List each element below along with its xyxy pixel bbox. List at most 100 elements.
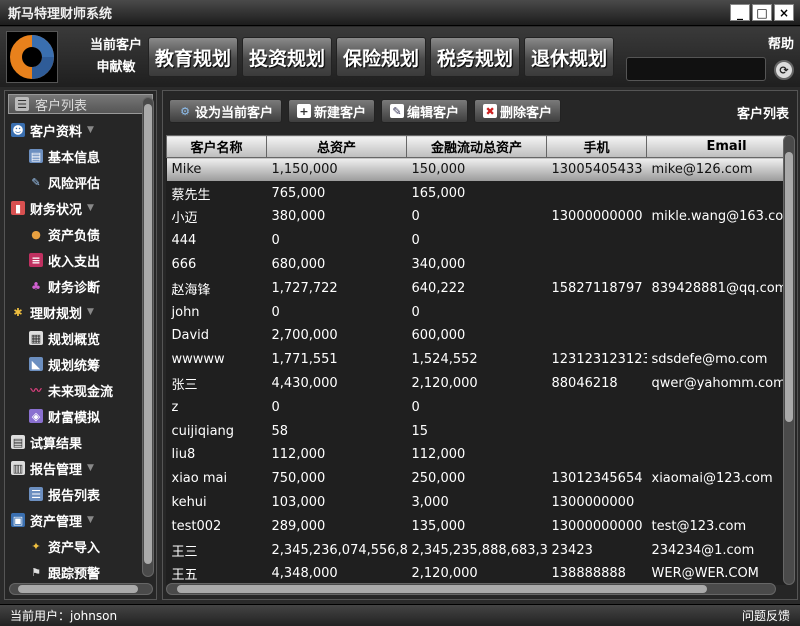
table-row[interactable]: 小迈 380,000 0 13000000000 mikle.wang@163.com (167, 205, 787, 229)
table-cell: liu8 (171, 447, 196, 463)
table-row[interactable]: kehui 103,000 3,000 1300000000 (167, 491, 787, 515)
list-icon: ☰ (29, 487, 43, 501)
sidebar-item-asset-management[interactable]: ▣ 资产管理 ▼ (5, 507, 143, 533)
feedback-link[interactable]: 问题反馈 (742, 607, 790, 624)
table-row[interactable]: 赵海锋 1,727,722 640,222 15827118797 839428881@… (167, 276, 787, 300)
scroll-thumb[interactable] (18, 585, 138, 593)
tab-retirement-plan[interactable]: 退休规划 (524, 37, 615, 77)
table-row[interactable]: 王三 2,345,236,074,556,8 2,345,235,888,683,3… (167, 538, 787, 562)
sidebar-item-financial-diagnosis[interactable]: ♣ 财务诊断 (5, 273, 143, 299)
current-client-box: 当前客户 申献敏 (86, 35, 146, 79)
sidebar-item-label: 收入支出 (48, 254, 101, 270)
table-cell: kehui (171, 495, 207, 511)
alert-icon: ⚑ (31, 565, 41, 579)
table-row[interactable]: liu8 112,000 112,000 (167, 443, 787, 467)
table-cell: WER@WER.COM (651, 566, 759, 582)
table-cell: mike@126.com (646, 157, 786, 182)
table-vertical-scrollbar[interactable] (783, 135, 795, 585)
table-row[interactable]: David 2,700,000 600,000 (167, 324, 787, 348)
column-header[interactable]: 客户名称 (166, 135, 267, 158)
table-row[interactable]: Mike 1,150,000 150,000 13005405433 mike@126.… (166, 157, 786, 182)
table-cell: 380,000 (271, 209, 326, 225)
scroll-thumb[interactable] (177, 585, 707, 593)
maximize-button[interactable]: □ (752, 4, 772, 21)
column-header[interactable]: 金融流动总资产 (406, 135, 547, 158)
tab-investment-plan[interactable]: 投资规划 (242, 37, 333, 77)
close-button[interactable]: × (774, 4, 794, 21)
sidebar-item-report-management[interactable]: ▥ 报告管理 ▼ (5, 455, 143, 481)
table-row[interactable]: wwwww 1,771,551 1,524,552 12312312312312sds… (167, 348, 787, 372)
edit-client-button[interactable]: ✎ 编辑客户 (381, 99, 469, 123)
search-input[interactable] (626, 57, 766, 81)
sidebar-item-trial-results[interactable]: ▤ 试算结果 (5, 429, 143, 455)
table-cell: mikle.wang@163.com (651, 209, 787, 225)
set-current-client-button[interactable]: ⚙ 设为当前客户 (169, 99, 283, 123)
table-cell: 13000000000 (551, 518, 643, 534)
table-cell: 赵海锋 (171, 282, 211, 298)
table-cell (647, 443, 787, 467)
table-cell: 13000000000 (551, 209, 643, 225)
scroll-thumb[interactable] (144, 104, 152, 564)
column-header[interactable]: 手机 (546, 135, 647, 158)
help-link[interactable]: 帮助 (768, 33, 794, 52)
sidebar-item-plan-overview[interactable]: ▦ 规划概览 (5, 325, 143, 351)
sidebar-item-client-info[interactable]: ☻ 客户资料 ▼ (5, 117, 143, 143)
nav-tabs: 教育规划 投资规划 保险规划 税务规划 退休规划 (148, 37, 615, 77)
table-row[interactable]: cuijiqiang 58 15 (167, 419, 787, 443)
table-row[interactable]: 王五 4,348,000 2,120,000 138888888 WER@WER.COM (167, 562, 787, 585)
sidebar-header[interactable]: ☰ 客户列表 (8, 94, 153, 114)
planning-icon: ✱ (13, 305, 23, 319)
sidebar-horizontal-scrollbar[interactable] (9, 583, 153, 595)
sidebar-item-risk-assessment[interactable]: ✎ 风险评估 (5, 169, 143, 195)
bar-chart-icon: ▮ (11, 201, 25, 215)
table-row[interactable]: 张三 4,430,000 2,120,000 88046218 qwer@yahomm.… (167, 372, 787, 396)
sidebar-item-income-expense[interactable]: ≡ 收入支出 (5, 247, 143, 273)
table-row[interactable]: 666 680,000 340,000 (167, 253, 787, 277)
sidebar-vertical-scrollbar[interactable] (142, 97, 154, 577)
table-horizontal-scrollbar[interactable] (166, 583, 776, 595)
sidebar-title: 客户列表 (35, 98, 88, 114)
sidebar-item-financial-status[interactable]: ▮ 财务状况 ▼ (5, 195, 143, 221)
sidebar-item-label: 基本信息 (48, 150, 101, 166)
table-row[interactable]: john 0 0 (167, 300, 787, 324)
table-row[interactable]: 蔡先生 765,000 165,000 (167, 181, 787, 205)
table-row[interactable]: z 0 0 (167, 395, 787, 419)
sidebar-item-future-cashflow[interactable]: 〰 未来现金流 (5, 377, 143, 403)
table-row[interactable]: xiao mai 750,000 250,000 13012345654 xiaomai… (167, 467, 787, 491)
tab-education-plan[interactable]: 教育规划 (148, 37, 239, 77)
sidebar-item-label: 资产管理 (30, 514, 83, 530)
delete-client-button[interactable]: ✖ 删除客户 (474, 99, 562, 123)
column-header[interactable]: 总资产 (266, 135, 407, 158)
table-cell: 88046218 (551, 376, 618, 392)
table-cell (647, 300, 787, 324)
search-icon[interactable]: ⟳ (774, 60, 794, 80)
minimize-button[interactable]: _ (730, 4, 750, 21)
sidebar-item-label: 未来现金流 (48, 384, 114, 400)
table-cell: 蔡先生 (171, 187, 211, 203)
tab-insurance-plan[interactable]: 保险规划 (336, 37, 427, 77)
sidebar-item-financial-planning[interactable]: ✱ 理财规划 ▼ (5, 299, 143, 325)
new-client-button[interactable]: + 新建客户 (288, 99, 376, 123)
scroll-thumb[interactable] (785, 152, 793, 422)
sidebar-item-basic-info[interactable]: ▤ 基本信息 (5, 143, 143, 169)
sidebar-item-tracking-alert[interactable]: ⚑ 跟踪预警 (5, 559, 143, 585)
table-cell: 103,000 (271, 495, 326, 511)
table-cell: 58 (271, 423, 289, 439)
sidebar-item-label: 财务状况 (30, 202, 83, 218)
table-cell (547, 253, 647, 277)
sidebar-item-balance-sheet[interactable]: ● 资产负债 (5, 221, 143, 247)
table-row[interactable]: 444 0 0 (167, 229, 787, 253)
table-row[interactable]: test002 289,000 135,000 13000000000 test@123… (167, 514, 787, 538)
table-cell: 3,000 (411, 495, 449, 511)
toolbar: ⚙ 设为当前客户 + 新建客户 ✎ 编辑客户 ✖ 删除客户 (169, 99, 562, 123)
tab-tax-plan[interactable]: 税务规划 (430, 37, 521, 77)
sidebar-item-label: 风险评估 (48, 176, 101, 192)
sidebar-item-plan-coordination[interactable]: ◣ 规划统筹 (5, 351, 143, 377)
table-cell: qwer@yahomm.com (651, 376, 786, 392)
sidebar-item-wealth-simulation[interactable]: ◈ 财富模拟 (5, 403, 143, 429)
table-cell: 666 (171, 257, 197, 273)
sidebar-item-report-list[interactable]: ☰ 报告列表 (5, 481, 143, 507)
chevron-down-icon: ▼ (87, 515, 94, 525)
column-header[interactable]: Email (646, 135, 786, 158)
sidebar-item-asset-import[interactable]: ✦ 资产导入 (5, 533, 143, 559)
